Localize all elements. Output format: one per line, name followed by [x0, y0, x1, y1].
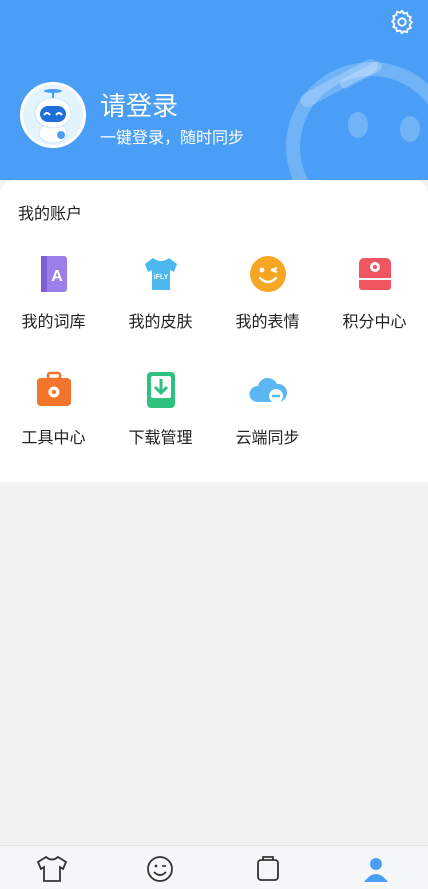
login-prompt-subtitle: 一键登录，随时同步	[100, 128, 245, 147]
points-center-item[interactable]: 积分中心	[321, 252, 428, 352]
toolbox-gear-icon	[36, 371, 71, 406]
my-dictionary-item[interactable]: A 我的词库	[0, 252, 107, 352]
avatar[interactable]	[20, 82, 86, 148]
tool-center-item[interactable]: 工具中心	[0, 368, 107, 468]
my-emoji-label: 我的表情	[235, 312, 300, 331]
points-center-label: 积分中心	[342, 312, 407, 331]
cloud-sync-icon	[248, 377, 287, 403]
cloud-sync-label: 云端同步	[235, 428, 300, 447]
points-gift-box-icon	[358, 258, 391, 290]
my-account-card: 我的账户 A 我的词库 iFLY 我的皮肤 我的表情 积分中心 工具中心 下载管…	[0, 180, 428, 482]
bottom-tab-bar	[0, 845, 428, 889]
robot-eye-decoration	[400, 116, 420, 142]
profile-header: 请登录 一键登录，随时同步	[0, 0, 428, 180]
cloud-sync-item[interactable]: 云端同步	[214, 368, 321, 468]
wink-emoji-icon	[249, 256, 286, 292]
my-skin-label: 我的皮肤	[128, 312, 193, 331]
tools-tab-icon[interactable]	[248, 852, 288, 884]
my-dictionary-label: 我的词库	[21, 312, 86, 331]
tshirt-skin-icon: iFLY	[144, 258, 177, 290]
download-manager-icon	[146, 372, 175, 408]
dictionary-book-icon: A	[40, 256, 67, 292]
my-emoji-item[interactable]: 我的表情	[214, 252, 321, 352]
tool-center-label: 工具中心	[21, 428, 86, 447]
smiley-emoji-tab-icon[interactable]	[140, 852, 180, 884]
robot-mascot-icon	[23, 85, 83, 145]
svg-text:iFLY: iFLY	[153, 274, 168, 281]
settings-gear-icon[interactable]	[388, 8, 416, 36]
login-prompt-title[interactable]: 请登录	[100, 86, 178, 123]
section-title: 我的账户	[18, 204, 83, 223]
svg-text:A: A	[51, 268, 63, 285]
profile-tab-icon[interactable]	[356, 852, 396, 884]
download-manager-item[interactable]: 下载管理	[107, 368, 214, 468]
tshirt-skin-tab-icon[interactable]	[32, 852, 72, 884]
robot-eye-decoration	[348, 112, 368, 138]
download-manager-label: 下载管理	[128, 428, 193, 447]
my-skin-item[interactable]: iFLY 我的皮肤	[107, 252, 214, 352]
